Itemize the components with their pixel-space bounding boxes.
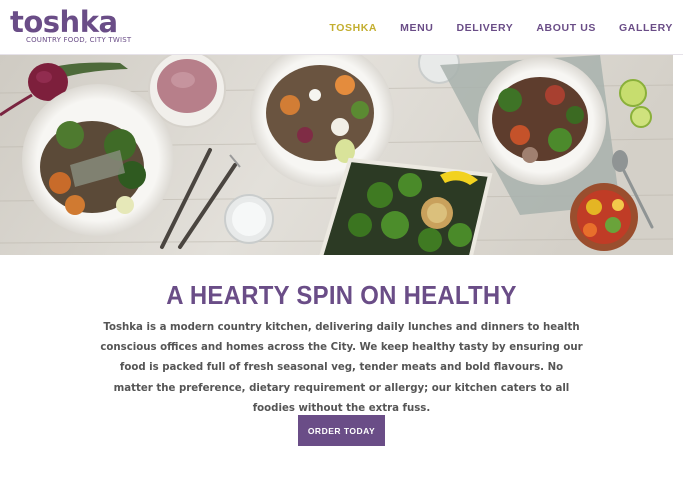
page-headline: A HEARTY SPIN ON HEALTHY: [166, 280, 517, 310]
hero-food-illustration: [0, 55, 673, 255]
logo-wordmark: toshka: [10, 5, 118, 39]
beetroot-hummus-bowl: [148, 55, 226, 128]
nav-item-delivery[interactable]: DELIVERY: [456, 22, 513, 34]
nav-item-gallery[interactable]: GALLERY: [619, 22, 673, 34]
left-plate: [22, 84, 174, 236]
intro-paragraph: Toshka is a modern country kitchen, deli…: [100, 322, 583, 414]
site-header: toshka COUNTRY FOOD, CITY TWIST TOSHKA M…: [0, 0, 683, 55]
logo-tagline: COUNTRY FOOD, CITY TWIST: [26, 36, 132, 44]
peppers-bowl: [570, 183, 638, 251]
logo[interactable]: toshka COUNTRY FOOD, CITY TWIST: [10, 5, 132, 50]
main-nav: TOSHKA MENU DELIVERY ABOUT US GALLERY: [306, 0, 673, 55]
nav-item-menu[interactable]: MENU: [400, 22, 433, 34]
page-scrollbar[interactable]: [673, 55, 683, 255]
order-today-button[interactable]: ORDER TODAY: [298, 415, 385, 446]
hero-image: [0, 55, 673, 255]
nav-item-about-us[interactable]: ABOUT US: [536, 22, 596, 34]
nav-item-toshka[interactable]: TOSHKA: [329, 22, 377, 34]
roasted-broccoli-tray: [319, 157, 493, 255]
